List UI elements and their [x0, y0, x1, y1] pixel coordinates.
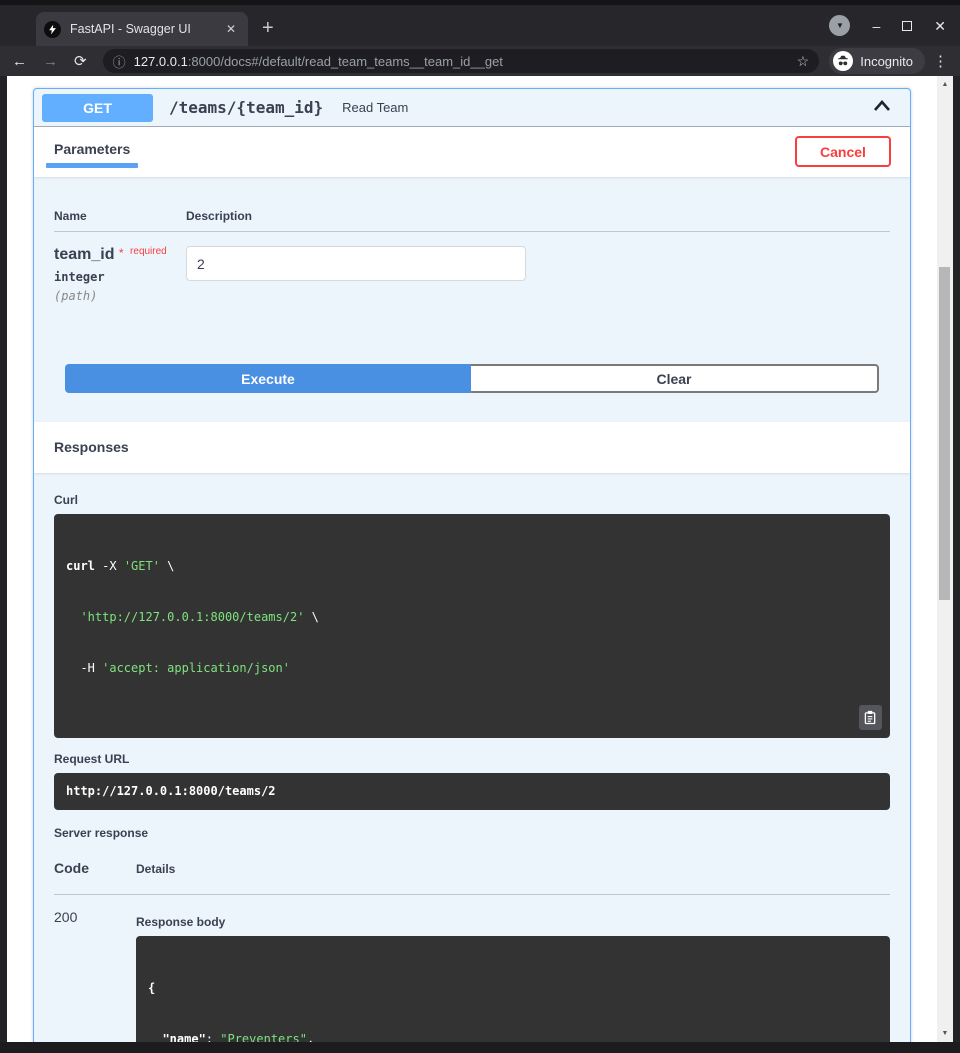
site-info-icon[interactable]: ⓘ [113, 52, 126, 71]
endpoint-summary: Read Team [342, 100, 408, 115]
parameter-location: (path) [54, 289, 186, 303]
curl-flag-h: -H [66, 661, 102, 675]
curl-label: Curl [54, 493, 890, 507]
browser-toolbar: ← → ⟳ ⓘ 127.0.0.1:8000/docs#/default/rea… [0, 46, 960, 76]
curl-url: 'http://127.0.0.1:8000/teams/2' [80, 610, 304, 624]
json-key-name: "name" [148, 1032, 206, 1042]
opblock-get-read-team: GET /teams/{team_id} Read Team Parameter… [33, 88, 911, 1042]
curl-cont1: \ [160, 559, 174, 573]
reload-icon[interactable]: ⟳ [74, 52, 87, 70]
url-path: :8000/docs#/default/read_team_teams__tea… [188, 54, 503, 69]
parameters-table: Name Description team_id * required inte… [34, 177, 910, 422]
json-colon1: : [206, 1032, 220, 1042]
curl-accept-header: 'accept: application/json' [102, 661, 290, 675]
scrollbar-thumb[interactable] [939, 267, 950, 600]
execute-button[interactable]: Execute [65, 364, 471, 393]
tab-parameters[interactable]: Parameters [54, 141, 130, 157]
browser-menu-icon[interactable]: ⋮ [933, 52, 948, 70]
incognito-badge: Incognito [829, 48, 925, 74]
curl-cmd: curl [66, 559, 95, 573]
response-body-label: Response body [136, 915, 890, 929]
server-response-label: Server response [54, 826, 890, 840]
parameter-name: team_id [54, 246, 114, 263]
json-value-name: "Preventers" [220, 1032, 307, 1042]
required-label: required [130, 246, 167, 257]
bookmark-star-icon[interactable]: ☆ [797, 53, 810, 70]
window-maximize-icon[interactable] [902, 21, 912, 31]
new-tab-icon[interactable]: + [262, 16, 274, 40]
required-star: * [119, 246, 124, 260]
responses-section-header: Responses [34, 422, 910, 473]
column-header-name: Name [54, 209, 186, 223]
scroll-up-icon[interactable]: ▲ [937, 81, 953, 88]
back-icon[interactable]: ← [12, 53, 27, 70]
responses-title: Responses [54, 439, 129, 455]
curl-code-block: curl -X 'GET' \ 'http://127.0.0.1:8000/t… [54, 514, 890, 738]
request-url-block: http://127.0.0.1:8000/teams/2 [54, 773, 890, 810]
browser-tab[interactable]: FastAPI - Swagger UI ✕ [36, 12, 248, 46]
window-left-edge [0, 76, 7, 1042]
responses-body: Curl curl -X 'GET' \ 'http://127.0.0.1:8… [34, 473, 910, 1042]
parameter-row-team-id: team_id * required integer (path) [54, 232, 890, 303]
json-comma1: , [307, 1032, 314, 1042]
cancel-button[interactable]: Cancel [795, 136, 891, 167]
tab-close-icon[interactable]: ✕ [222, 20, 240, 38]
live-details-header: Details [136, 862, 175, 876]
url-host: 127.0.0.1 [134, 54, 188, 69]
endpoint-path: /teams/{team_id} [169, 98, 323, 117]
fastapi-favicon-icon [44, 21, 61, 38]
window-minimize-icon[interactable]: – [872, 19, 880, 33]
request-url-label: Request URL [54, 752, 890, 766]
clear-button[interactable]: Clear [471, 364, 879, 393]
team-id-input[interactable] [186, 246, 526, 281]
live-status-code: 200 [54, 907, 136, 1042]
method-badge: GET [42, 94, 153, 122]
incognito-label: Incognito [860, 54, 913, 69]
incognito-icon [833, 51, 853, 71]
address-bar[interactable]: ⓘ 127.0.0.1:8000/docs#/default/read_team… [103, 49, 820, 73]
forward-icon[interactable]: → [43, 53, 58, 70]
browser-update-icon[interactable]: ▼ [829, 15, 850, 36]
page-scrollbar[interactable]: ▲ ▼ [937, 76, 953, 1042]
curl-method: 'GET' [124, 559, 160, 573]
window-right-edge [953, 76, 960, 1042]
parameter-type: integer [54, 270, 186, 284]
browser-titlebar: FastAPI - Swagger UI ✕ + ▼ – ✕ [0, 0, 960, 46]
curl-cont2: \ [304, 610, 318, 624]
column-header-description: Description [186, 209, 252, 223]
json-brace-open: { [148, 981, 155, 995]
curl-indent [66, 610, 80, 624]
opblock-summary[interactable]: GET /teams/{team_id} Read Team [34, 89, 910, 127]
window-close-icon[interactable]: ✕ [934, 19, 946, 33]
live-code-header: Code [54, 860, 136, 876]
live-response-row: 200 Response body { "name": "Preventers"… [54, 907, 890, 1042]
parameters-tab-underline [46, 163, 138, 168]
url-text: 127.0.0.1:8000/docs#/default/read_team_t… [134, 54, 503, 69]
parameters-section-header: Parameters Cancel [34, 127, 910, 177]
scroll-down-icon[interactable]: ▼ [937, 1030, 953, 1037]
copy-curl-button[interactable] [859, 705, 882, 730]
chevron-up-icon[interactable] [872, 98, 892, 118]
response-body-block: { "name": "Preventers", "headquarters": … [136, 936, 890, 1042]
tab-title: FastAPI - Swagger UI [70, 22, 222, 36]
swagger-page: GET /teams/{team_id} Read Team Parameter… [7, 76, 937, 1042]
curl-flag-x: -X [95, 559, 124, 573]
